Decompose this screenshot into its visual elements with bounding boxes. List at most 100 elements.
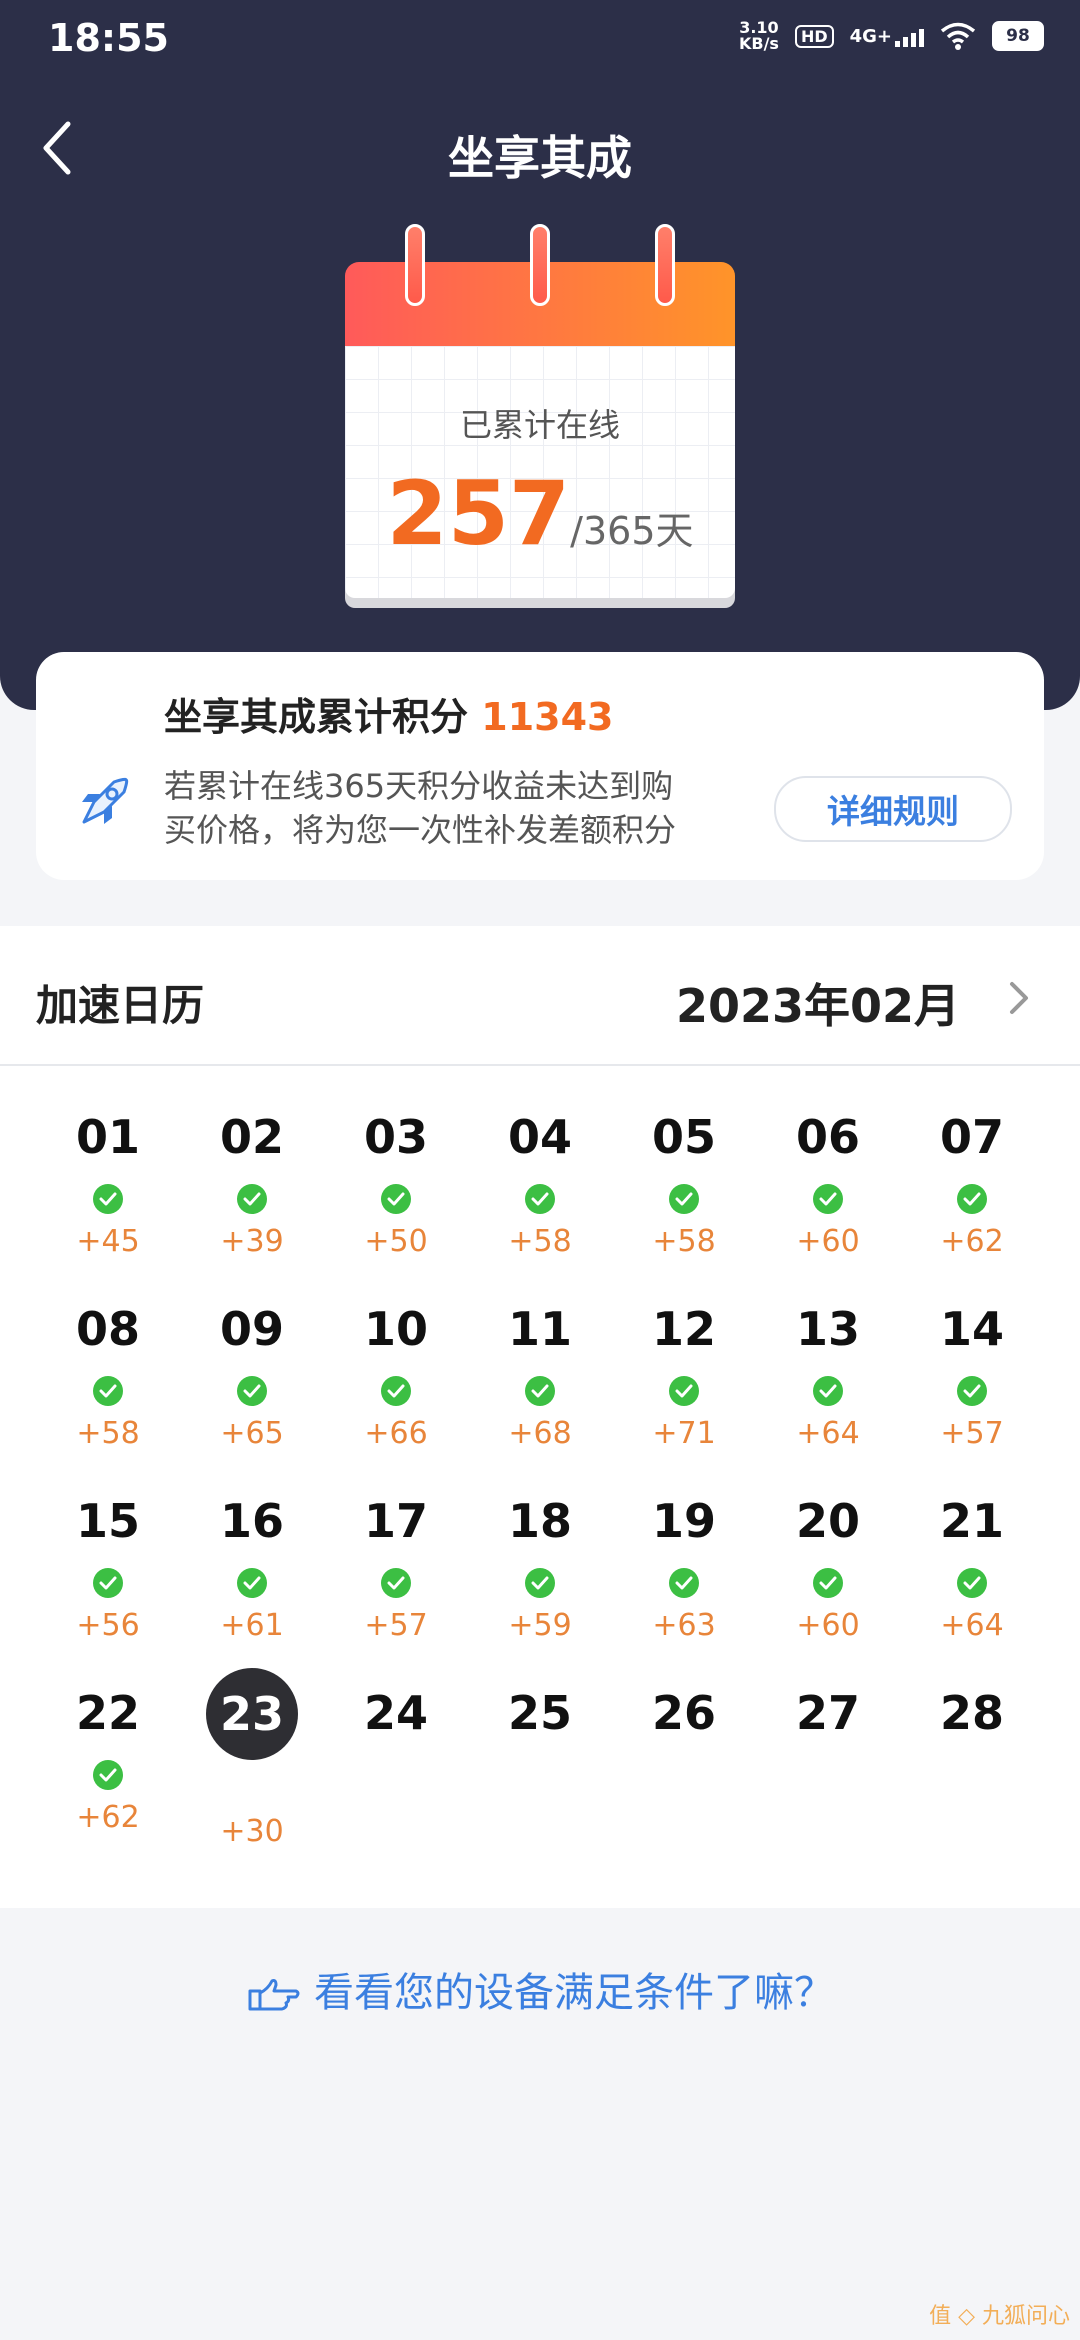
accel-calendar-section: 加速日历 2023年02月 01 +45 02 +39 03 +50 04 +58 05 +58 0… <box>0 926 1080 1908</box>
calendar-day[interactable]: 02 +39 <box>180 1096 324 1276</box>
day-points: +58 <box>76 1416 140 1451</box>
check-icon <box>381 1568 411 1598</box>
day-number: 27 <box>795 1686 860 1740</box>
day-points: +68 <box>508 1416 572 1451</box>
day-points: +58 <box>508 1224 572 1259</box>
calendar-day[interactable]: 17 +57 <box>324 1480 468 1660</box>
calendar-day[interactable]: 03 +50 <box>324 1096 468 1276</box>
calendar-day[interactable]: 18 +59 <box>468 1480 612 1660</box>
day-points: +60 <box>796 1608 860 1643</box>
check-icon <box>525 1376 555 1406</box>
day-number: 26 <box>651 1686 716 1740</box>
calendar-day[interactable]: 19 +63 <box>612 1480 756 1660</box>
day-points: +57 <box>364 1608 428 1643</box>
calendar-day[interactable]: 08 +58 <box>36 1288 180 1468</box>
day-points: +66 <box>364 1416 428 1451</box>
calendar-day[interactable]: 27 <box>756 1672 900 1852</box>
check-icon <box>93 1760 123 1790</box>
calendar-day[interactable]: 14 +57 <box>900 1288 1044 1468</box>
online-count: 257/365天 <box>345 462 735 565</box>
calendar-day[interactable]: 04 +58 <box>468 1096 612 1276</box>
day-points: +30 <box>220 1814 284 1849</box>
points-card: 坐享其成累计积分 11343 若累计在线365天积分收益未达到购 买价格，将为您一… <box>36 652 1044 880</box>
calendar-day[interactable]: 06 +60 <box>756 1096 900 1276</box>
check-icon <box>669 1568 699 1598</box>
calendar-day[interactable]: 28 <box>900 1672 1044 1852</box>
pointing-hand-icon <box>248 1979 300 2011</box>
check-icon <box>93 1376 123 1406</box>
calendar-day[interactable]: 24 <box>324 1672 468 1852</box>
page-title: 坐享其成 <box>448 131 632 185</box>
day-number: 19 <box>651 1494 716 1548</box>
online-label: 已累计在线 <box>459 406 620 444</box>
status-bar: 18:55 3.10 KB/s HD 4G+ 98 <box>0 0 1080 80</box>
calendar-day[interactable]: 16 +61 <box>180 1480 324 1660</box>
calendar-day[interactable]: 22 +62 <box>36 1672 180 1852</box>
calendar-day[interactable]: 25 <box>468 1672 612 1852</box>
calendar-ring <box>405 224 425 306</box>
check-icon <box>813 1184 843 1214</box>
points-value: 11343 <box>481 695 614 739</box>
check-icon <box>957 1184 987 1214</box>
day-number: 17 <box>363 1494 428 1548</box>
status-time: 18:55 <box>48 16 169 60</box>
check-icon <box>381 1376 411 1406</box>
check-icon <box>669 1184 699 1214</box>
check-icon <box>237 1568 267 1598</box>
signal-icon: 4G+ <box>850 26 924 47</box>
day-points: +50 <box>364 1224 428 1259</box>
hd-icon: HD <box>794 24 834 48</box>
calendar-day[interactable]: 13 +64 <box>756 1288 900 1468</box>
check-icon <box>957 1568 987 1598</box>
day-number: 06 <box>795 1110 860 1164</box>
day-number: 18 <box>507 1494 572 1548</box>
day-number: 04 <box>507 1110 572 1164</box>
points-title: 坐享其成累计积分 11343 <box>164 695 614 739</box>
check-icon <box>813 1376 843 1406</box>
calendar-day[interactable]: 15 +56 <box>36 1480 180 1660</box>
calendar-day[interactable]: 11 +68 <box>468 1288 612 1468</box>
calendar-day[interactable]: 12 +71 <box>612 1288 756 1468</box>
day-points: +62 <box>940 1224 1004 1259</box>
calendar-day[interactable]: 07 +62 <box>900 1096 1044 1276</box>
status-icons: 3.10 KB/s HD 4G+ 98 <box>739 20 1044 52</box>
check-icon <box>93 1568 123 1598</box>
calendar-day[interactable]: 10 +66 <box>324 1288 468 1468</box>
calendar-ring <box>530 224 550 306</box>
check-icon <box>957 1376 987 1406</box>
day-points: +39 <box>220 1224 284 1259</box>
day-number: 25 <box>507 1686 572 1740</box>
calendar-day[interactable]: 26 <box>612 1672 756 1852</box>
month-selector[interactable]: 2023年02月 <box>676 970 960 1036</box>
calendar-day[interactable]: 05 +58 <box>612 1096 756 1276</box>
accel-calendar-title: 加速日历 <box>36 981 205 1030</box>
day-number: 07 <box>939 1110 1004 1164</box>
chevron-right-icon[interactable] <box>1004 978 1034 1018</box>
day-points: +71 <box>652 1416 716 1451</box>
day-points: +60 <box>796 1224 860 1259</box>
net-speed: 3.10 KB/s <box>738 18 779 53</box>
online-total: /365天 <box>570 509 694 553</box>
rocket-icon <box>82 777 129 824</box>
day-points: +56 <box>76 1608 140 1643</box>
day-number: 21 <box>939 1494 1004 1548</box>
calendar-day[interactable]: 20 +60 <box>756 1480 900 1660</box>
rules-button[interactable]: 详细规则 <box>774 776 1012 842</box>
device-check-link[interactable]: 看看您的设备满足条件了嘛？ <box>0 1960 1080 2018</box>
day-points: +59 <box>508 1608 572 1643</box>
check-icon <box>93 1184 123 1214</box>
day-number: 02 <box>219 1110 284 1164</box>
calendar-ring <box>655 224 675 306</box>
day-points: +64 <box>796 1416 860 1451</box>
check-icon <box>525 1184 555 1214</box>
online-days: 257 <box>386 462 571 565</box>
calendar-day[interactable]: 09 +65 <box>180 1288 324 1468</box>
day-number: 14 <box>939 1302 1004 1356</box>
day-points: +58 <box>652 1224 716 1259</box>
day-points: +45 <box>76 1224 140 1259</box>
battery-icon: 98 <box>992 21 1044 51</box>
calendar-day[interactable]: 23 +30 <box>180 1668 324 1852</box>
calendar-day[interactable]: 21 +64 <box>900 1480 1044 1660</box>
day-number: 15 <box>75 1494 140 1548</box>
calendar-day[interactable]: 01 +45 <box>36 1096 180 1276</box>
